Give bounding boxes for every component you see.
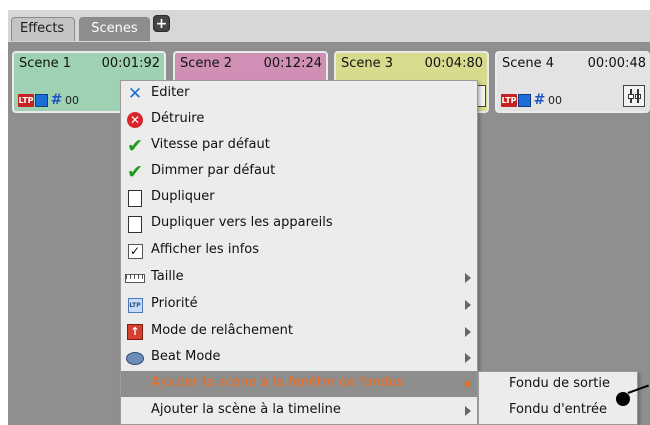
scene-counter: 00 bbox=[65, 93, 79, 107]
menu-item-beat-mode[interactable]: Beat Mode bbox=[121, 345, 477, 371]
menu-item-label: Dimmer par défaut bbox=[151, 163, 276, 178]
ruler-icon bbox=[125, 268, 145, 288]
menu-item-ajouter-timeline[interactable]: Ajouter la scène à la timeline bbox=[121, 398, 477, 424]
menu-item-label: Beat Mode bbox=[151, 349, 221, 364]
menu-item-priorite[interactable]: LTP Priorité bbox=[121, 292, 477, 318]
menu-item-afficher-infos[interactable]: ✓ Afficher les infos bbox=[121, 238, 477, 264]
menu-item-label: Priorité bbox=[151, 296, 198, 311]
scene-name: Scene 2 bbox=[180, 56, 233, 71]
priority-icon: LTP bbox=[125, 295, 145, 315]
submenu-arrow-icon bbox=[465, 406, 471, 416]
scene-duration: 00:01:92 bbox=[101, 56, 160, 71]
menu-item-ajouter-fenetre-fondus[interactable]: Ajouter la scène à la fenêtre de fondus bbox=[121, 371, 477, 397]
duplicate-icon bbox=[125, 186, 145, 208]
menu-item-label: Vitesse par défaut bbox=[151, 137, 270, 152]
menu-item-taille[interactable]: Taille bbox=[121, 265, 477, 291]
menu-item-label: Editer bbox=[151, 85, 190, 100]
duplicate-icon bbox=[125, 212, 145, 234]
ltp-icon: LTP bbox=[18, 93, 34, 107]
menu-item-editer[interactable]: ✕ Editer bbox=[121, 81, 477, 107]
submenu-arrow-icon bbox=[465, 273, 471, 283]
menu-item-dimmer-par-defaut[interactable]: ✔ Dimmer par défaut bbox=[121, 159, 477, 185]
scene-name: Scene 1 bbox=[19, 56, 72, 71]
color-square-icon bbox=[35, 93, 48, 107]
submenu-arrow-icon bbox=[465, 300, 471, 310]
hash-icon: # bbox=[50, 91, 63, 108]
submenu-arrow-icon bbox=[465, 327, 471, 337]
submenu-item-label: Fondu de sortie bbox=[509, 376, 610, 391]
scene-duration: 00:12:24 bbox=[263, 56, 322, 71]
scene-info-icons: LTP # 00 bbox=[501, 93, 562, 107]
scene-duration: 00:00:48 bbox=[587, 56, 646, 71]
menu-item-label: Détruire bbox=[151, 111, 205, 126]
check-icon: ✔ bbox=[127, 135, 143, 157]
scene-info-icons: LTP # 00 bbox=[18, 93, 79, 107]
submenu-item-fondu-sortie[interactable]: Fondu de sortie bbox=[479, 372, 637, 398]
submenu-item-fondu-entree[interactable]: Fondu d'entrée bbox=[479, 398, 637, 424]
destroy-icon: ✕ bbox=[125, 110, 145, 130]
scene-tile-4[interactable]: Scene 4 00:00:48 LTP # 00 bbox=[495, 51, 650, 113]
color-square-icon bbox=[518, 93, 531, 107]
submenu-arrow-icon bbox=[465, 353, 471, 363]
fader-icon[interactable] bbox=[623, 85, 645, 107]
menu-item-label: Dupliquer bbox=[151, 189, 215, 204]
scene-duration: 00:04:80 bbox=[424, 56, 483, 71]
context-menu: ✕ Editer ✕ Détruire ✔ Vitesse par défaut… bbox=[120, 80, 478, 425]
menu-item-vitesse-par-defaut[interactable]: ✔ Vitesse par défaut bbox=[121, 133, 477, 159]
menu-item-label: Dupliquer vers les appareils bbox=[151, 215, 333, 230]
release-icon: ↑ bbox=[125, 322, 145, 342]
menu-item-label: Mode de relâchement bbox=[151, 323, 293, 338]
fade-submenu: Fondu de sortie Fondu d'entrée bbox=[478, 371, 638, 425]
menu-item-label: Taille bbox=[151, 269, 184, 284]
submenu-item-label: Fondu d'entrée bbox=[509, 402, 608, 417]
tab-effects[interactable]: Effects bbox=[11, 17, 75, 41]
beat-icon bbox=[125, 348, 145, 368]
menu-item-dupliquer[interactable]: Dupliquer bbox=[121, 185, 477, 211]
menu-item-dupliquer-vers-appareils[interactable]: Dupliquer vers les appareils bbox=[121, 211, 477, 237]
tab-bar: Effects Scenes + bbox=[0, 0, 650, 42]
check-icon: ✔ bbox=[127, 161, 143, 183]
add-tab-button[interactable]: + bbox=[153, 15, 170, 32]
tools-icon: ✕ bbox=[127, 84, 143, 104]
menu-item-label: Afficher les infos bbox=[151, 242, 259, 257]
checkbox-icon[interactable]: ✓ bbox=[125, 241, 145, 261]
menu-item-label: Ajouter la scène à la fenêtre de fondus bbox=[151, 375, 404, 390]
menu-item-label: Ajouter la scène à la timeline bbox=[151, 402, 341, 417]
ltp-icon: LTP bbox=[501, 93, 517, 107]
hash-icon: # bbox=[533, 91, 546, 108]
submenu-arrow-icon bbox=[465, 379, 471, 389]
tab-scenes[interactable]: Scenes bbox=[79, 17, 150, 41]
menu-item-detruire[interactable]: ✕ Détruire bbox=[121, 107, 477, 133]
menu-item-mode-relachement[interactable]: ↑ Mode de relâchement bbox=[121, 319, 477, 345]
scene-counter: 00 bbox=[548, 93, 562, 107]
scene-name: Scene 4 bbox=[502, 56, 555, 71]
scene-name: Scene 3 bbox=[341, 56, 394, 71]
